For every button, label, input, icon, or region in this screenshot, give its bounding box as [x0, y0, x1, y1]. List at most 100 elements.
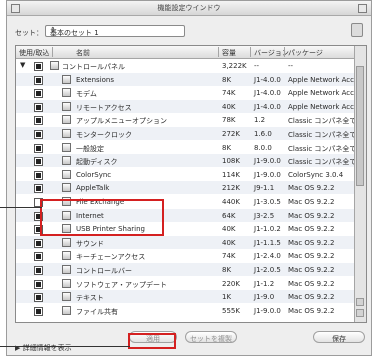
- row-package: Mac OS 9.2.2: [288, 306, 335, 315]
- enable-checkbox[interactable]: [34, 143, 43, 153]
- callout-leader-line: [0, 207, 42, 208]
- table-row[interactable]: ▼ コントロールパネル 3,222K -- --: [16, 59, 356, 72]
- save-button[interactable]: 保存: [313, 331, 365, 343]
- extension-icon: [62, 88, 71, 98]
- col-name-header[interactable]: 名前: [76, 48, 90, 57]
- row-version: J1-2.4.0: [254, 252, 281, 261]
- extension-icon: [62, 129, 71, 138]
- row-size: 40K: [222, 238, 236, 247]
- row-package: Mac OS 9.2.2: [288, 198, 335, 206]
- highlight-callout-box: [128, 333, 176, 349]
- row-size: 74K: [222, 89, 236, 98]
- enable-checkbox[interactable]: [34, 157, 43, 167]
- extensions-list[interactable]: 使用/取込 名前 容量 バージョン パッケージ ▼ コントロールパネル 3,222K…: [15, 45, 367, 323]
- col-divider: [52, 47, 53, 57]
- extension-icon: [62, 74, 71, 84]
- row-name: ファイル共有: [76, 307, 118, 316]
- table-row[interactable]: AppleTalk 212K J9-1.1 Mac OS 9.2.2: [16, 181, 356, 195]
- table-row[interactable]: ファイル共有 555K J1-9.0.0 Mac OS 9.2.2: [16, 304, 356, 317]
- row-version: J1-4.0.0: [254, 75, 281, 84]
- table-row[interactable]: サウンド 40K J1-1.1.5 Mac OS 9.2.2: [16, 235, 356, 249]
- enable-checkbox[interactable]: [34, 130, 43, 139]
- row-name: 起動ディスク: [76, 158, 118, 167]
- enable-checkbox[interactable]: [34, 306, 43, 316]
- disclosure-triangle-icon[interactable]: ▼: [20, 61, 25, 69]
- table-row[interactable]: リモートアクセス 40K J1-4.0.0 Apple Network Access: [16, 99, 356, 113]
- highlight-callout-box: [40, 199, 164, 236]
- row-version: --: [254, 62, 260, 70]
- row-name: テキスト: [76, 294, 104, 303]
- set-select[interactable]: 基本のセット 1 ⇕: [45, 25, 185, 37]
- enable-checkbox[interactable]: [34, 102, 43, 112]
- extension-icon: [62, 101, 71, 111]
- title-bar[interactable]: 機能設定ウインドウ: [7, 1, 371, 16]
- enable-checkbox[interactable]: [34, 252, 43, 262]
- row-package: Classic コンパネ全て: [288, 144, 354, 153]
- row-size: 212K: [222, 184, 240, 193]
- scroll-thumb[interactable]: [356, 66, 364, 186]
- row-version: J1-4.0.0: [254, 102, 281, 111]
- col-check-header[interactable]: 使用/取込: [19, 48, 49, 57]
- row-package: Mac OS 9.2.2: [288, 211, 335, 220]
- row-size: 3,222K: [222, 62, 247, 70]
- enable-checkbox[interactable]: [34, 266, 43, 275]
- enable-checkbox[interactable]: [34, 184, 43, 194]
- row-name: コントロールバー: [76, 267, 132, 275]
- table-row[interactable]: キーチェーンアクセス 74K J1-2.4.0 Mac OS 9.2.2: [16, 249, 356, 262]
- row-name: Extensions: [76, 75, 115, 84]
- row-size: 108K: [222, 157, 240, 166]
- table-row[interactable]: コントロールバー 8K J1-2.0.5 Mac OS 9.2.2: [16, 263, 356, 276]
- scroll-up-arrow-icon[interactable]: [356, 298, 364, 306]
- row-version: 1.2: [254, 116, 266, 125]
- vertical-scrollbar[interactable]: [354, 46, 366, 322]
- extension-icon: [62, 292, 71, 302]
- extension-icon: [50, 61, 59, 70]
- table-row[interactable]: 起動ディスク 108K J1-9.0.0 Classic コンパネ全て: [16, 154, 356, 168]
- table-row[interactable]: ソフトウェア・アップデート 220K J1-1.2 Mac OS 9.2.2: [16, 277, 356, 290]
- table-row[interactable]: モデム 74K J1-4.0.0 Apple Network Access: [16, 86, 356, 99]
- table-row[interactable]: ColorSync 114K J1-9.0.0 ColorSync 3.0.4: [16, 168, 356, 181]
- enable-checkbox[interactable]: [34, 89, 43, 99]
- row-size: 40K: [222, 225, 236, 234]
- enable-checkbox[interactable]: [34, 279, 43, 289]
- save-button-label: 保存: [332, 335, 346, 343]
- row-version: J1-9.0.0: [254, 306, 281, 315]
- row-package: Classic コンパネ全て: [288, 131, 354, 139]
- row-name: リモートアクセス: [76, 103, 132, 112]
- row-package: ColorSync 3.0.4: [288, 170, 344, 179]
- table-row[interactable]: アップルメニューオプション 78K 1.2 Classic コンパネ全て: [16, 113, 356, 126]
- duplicate-set-button[interactable]: セットを複製: [185, 331, 237, 343]
- enable-checkbox[interactable]: [34, 75, 43, 85]
- row-version: J1-2.0.5: [254, 266, 281, 274]
- col-size-header[interactable]: 容量: [222, 48, 236, 57]
- row-package: Classic コンパネ全て: [288, 158, 354, 167]
- window-title: 機能設定ウインドウ: [157, 4, 221, 12]
- table-row[interactable]: 一般設定 8K 8.0.0 Classic コンパネ全て: [16, 141, 356, 154]
- table-row[interactable]: テキスト 1K J1-9.0 Mac OS 9.2.2: [16, 290, 356, 304]
- row-version: J1-1.0.2: [254, 225, 281, 234]
- table-row[interactable]: モンタークロック 272K 1.6.0 Classic コンパネ全て: [16, 127, 356, 140]
- extension-icon: [62, 305, 71, 315]
- row-package: Apple Network Access: [288, 89, 354, 98]
- enable-checkbox[interactable]: [34, 170, 43, 180]
- row-version: J1-3.0.5: [254, 198, 281, 206]
- enable-checkbox[interactable]: [34, 116, 43, 126]
- row-size: 74K: [222, 252, 236, 261]
- zoom-icon[interactable]: [358, 4, 367, 13]
- row-package: Mac OS 9.2.2: [288, 252, 335, 261]
- view-options-button[interactable]: [351, 23, 363, 37]
- row-name: キーチェーンアクセス: [76, 253, 146, 262]
- row-size: 8K: [222, 75, 232, 84]
- row-version: J3-2.5: [254, 211, 275, 220]
- col-divider: [218, 47, 219, 57]
- scroll-down-arrow-icon[interactable]: [356, 309, 364, 317]
- enable-checkbox[interactable]: [34, 238, 43, 248]
- row-size: 440K: [222, 198, 240, 206]
- col-divider: [250, 47, 251, 57]
- details-disclosure[interactable]: ▶ 詳細情報を表示: [15, 343, 72, 353]
- enable-checkbox[interactable]: [34, 293, 43, 303]
- enable-checkbox[interactable]: [34, 62, 43, 71]
- row-version: J9-1.1: [254, 184, 275, 193]
- col-package-header[interactable]: パッケージ: [288, 48, 323, 57]
- table-row[interactable]: Extensions 8K J1-4.0.0 Apple Network Access: [16, 72, 356, 86]
